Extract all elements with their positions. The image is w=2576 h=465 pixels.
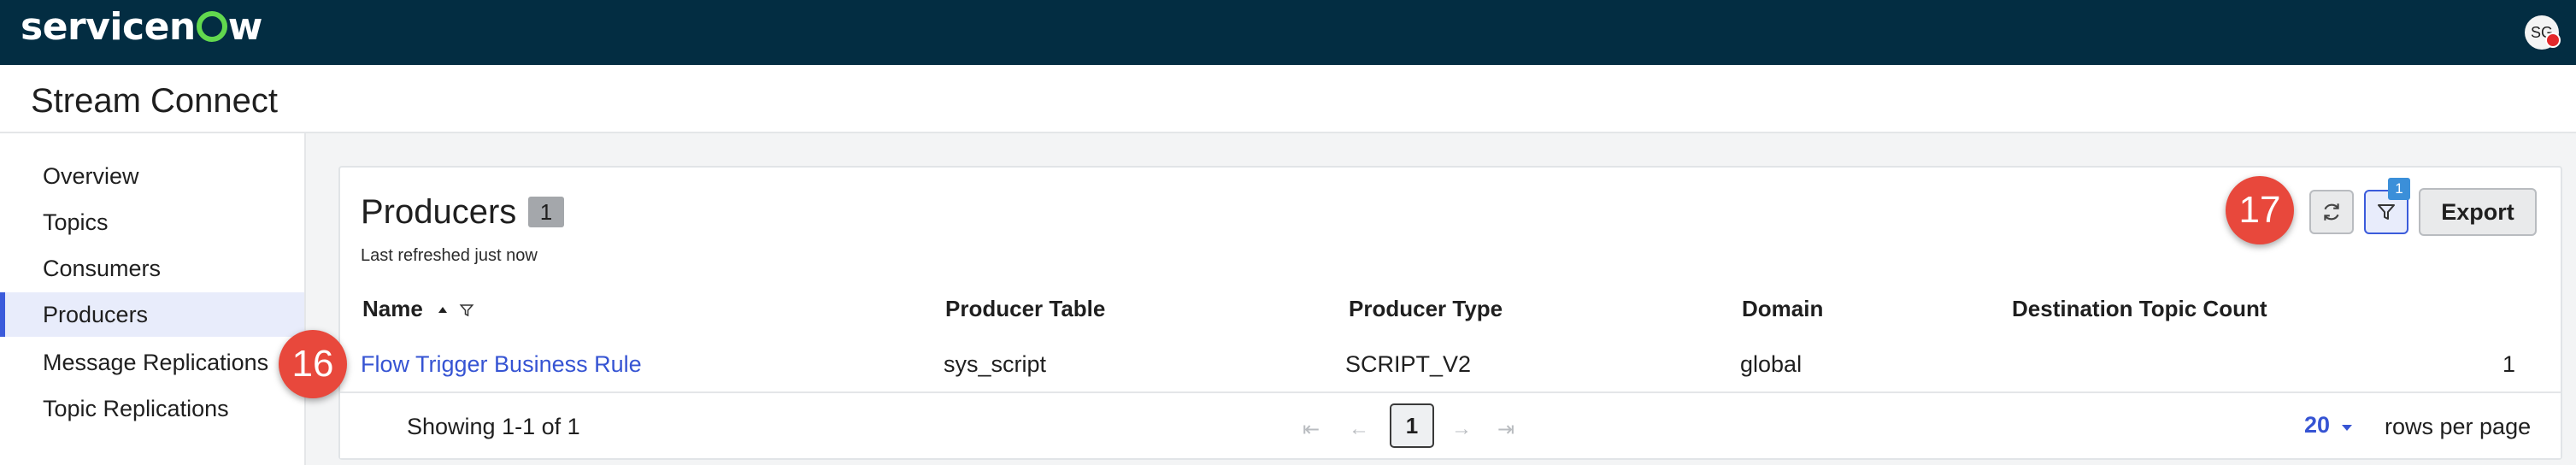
next-page-icon[interactable]: → [1451,417,1472,441]
filter-icon [2378,204,2395,220]
rows-per-page-value: 20 [2304,412,2331,438]
page-title: Stream Connect [31,82,279,120]
domain-cell: global [1740,351,1803,377]
column-filter-icon[interactable] [459,303,474,318]
sidebar-item-overview[interactable]: Overview [0,154,304,198]
showing-count-text: Showing 1-1 of 1 [407,414,580,439]
column-header-destination-topic-count[interactable]: Destination Topic Count [2012,296,2267,322]
user-avatar[interactable]: SG [2525,15,2561,50]
export-button[interactable]: Export [2419,188,2537,236]
rows-per-page-label: rows per page [2385,414,2532,439]
prev-page-icon[interactable]: ← [1349,417,1369,441]
column-header-name[interactable]: Name [362,296,474,322]
pagination-bar: Showing 1-1 of 1 ⇤ ← 1 → ⇥ 20 rows per p… [340,393,2561,458]
producer-type-cell: SCRIPT_V2 [1345,351,1472,377]
column-header-domain[interactable]: Domain [1742,296,1823,322]
top-nav-bar: servicen w SG [0,0,2576,65]
sidebar-item-topic-replications[interactable]: Topic Replications [0,386,304,431]
last-refreshed-text: Last refreshed just now [361,246,538,265]
producer-table-cell: sys_script [944,351,1047,377]
filter-count-badge: 1 [2388,178,2410,200]
caret-down-icon [2341,425,2352,431]
first-page-icon[interactable]: ⇤ [1303,417,1320,442]
sidebar-item-message-replications[interactable]: Message Replications [0,340,304,385]
sidebar-item-consumers[interactable]: Consumers [0,246,304,291]
column-label-name: Name [362,296,423,321]
sidebar-item-topics[interactable]: Topics [0,200,304,244]
step-marker-17: 17 [2226,176,2294,244]
producer-name-link[interactable]: Flow Trigger Business Rule [361,351,642,378]
last-page-icon[interactable]: ⇥ [1497,417,1514,442]
refresh-button[interactable] [2309,190,2354,234]
producers-card: Producers 1 Last refreshed just now 17 1… [279,166,2562,460]
rows-per-page-select[interactable]: 20 [2304,412,2354,439]
current-page-button[interactable]: 1 [1390,403,1434,448]
sort-asc-icon[interactable] [436,303,450,317]
main-content: Producers 1 Last refreshed just now 17 1… [279,133,2576,465]
refresh-icon [2324,203,2339,221]
producers-title: Producers [361,193,517,231]
servicenow-logo[interactable]: servicen w [21,5,262,50]
step-marker-16: 16 [279,330,347,398]
destination-topic-count-cell: 1 [2502,351,2516,377]
column-header-producer-table[interactable]: Producer Table [945,296,1105,322]
presence-dot-icon [2545,32,2561,48]
sidebar-item-producers[interactable]: Producers [0,292,304,337]
page-header: Stream Connect [0,65,2576,133]
sidebar-nav: Overview Topics Consumers Producers Mess… [0,133,306,465]
column-header-producer-type[interactable]: Producer Type [1349,296,1503,322]
producers-count-badge: 1 [528,197,564,227]
